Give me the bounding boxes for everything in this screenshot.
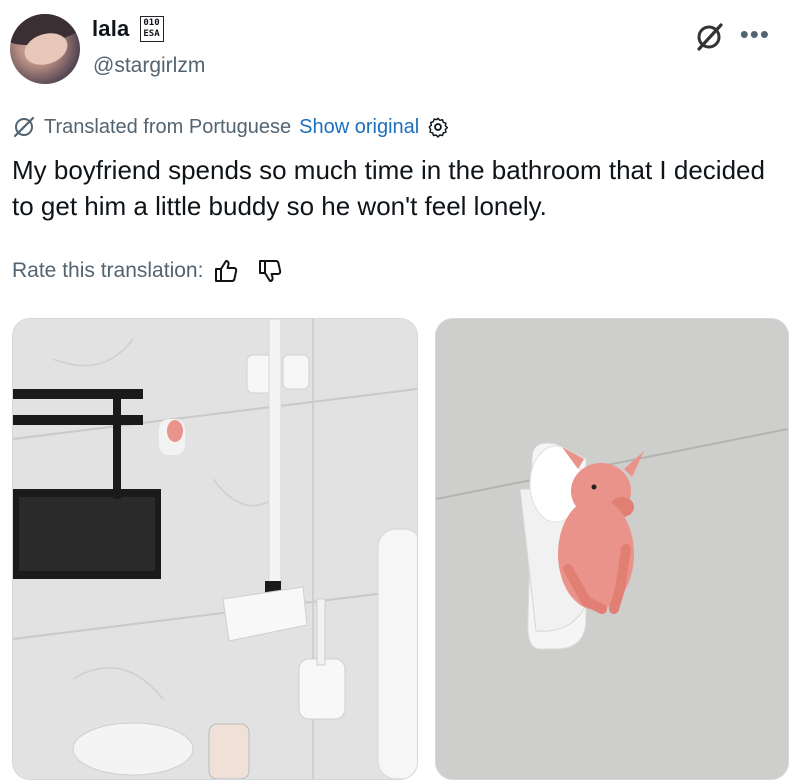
rate-translation-label: Rate this translation: — [12, 259, 204, 282]
author-name-row: lala 010 ESA — [92, 16, 164, 42]
bathroom-photo[interactable] — [12, 318, 418, 780]
pig-toilet-closeup-photo[interactable] — [435, 318, 789, 780]
header-actions: ••• — [694, 21, 770, 52]
gear-icon[interactable] — [427, 116, 449, 138]
rate-translation-row: Rate this translation: — [12, 258, 283, 284]
show-original-link[interactable]: Show original — [299, 116, 419, 139]
author-badge-text: 010 ESA — [143, 18, 160, 39]
author-display-name[interactable]: lala — [92, 16, 130, 42]
thumbs-up-icon[interactable] — [213, 258, 239, 284]
more-icon[interactable]: ••• — [740, 21, 770, 47]
author-badge: 010 ESA — [139, 16, 164, 42]
x-logo-icon[interactable] — [694, 22, 724, 52]
avatar[interactable] — [10, 14, 80, 84]
translated-from-label: Translated from Portuguese — [44, 115, 292, 138]
translate-icon — [13, 116, 35, 138]
thumbs-down-icon[interactable] — [257, 258, 283, 284]
pig-toilet-closeup-illustration — [436, 319, 788, 779]
post-text: My boyfriend spends so much time in the … — [12, 155, 765, 221]
bathroom-photo-illustration — [13, 319, 417, 779]
translation-row: Translated from Portuguese Show original — [12, 115, 449, 139]
author-handle[interactable]: @stargirlzm — [93, 54, 205, 78]
